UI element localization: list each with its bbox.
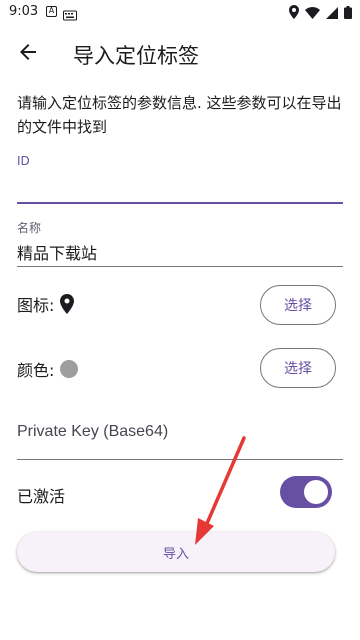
signal-icon xyxy=(326,4,338,23)
icon-row-label: 图标: xyxy=(17,296,55,315)
select-color-button[interactable]: 选择 xyxy=(260,348,336,388)
private-key-field[interactable]: Private Key (Base64) xyxy=(17,420,343,460)
icon-row: 图标: xyxy=(17,292,75,316)
location-icon xyxy=(289,4,299,23)
location-pin-icon xyxy=(60,294,75,314)
name-field-value[interactable]: 精品下载站 xyxy=(17,240,343,264)
status-notification-icons: A xyxy=(46,6,77,25)
arrow-back-icon xyxy=(20,44,36,60)
battery-icon xyxy=(344,4,352,23)
name-field-label: 名称 xyxy=(17,221,42,235)
id-field-label: ID xyxy=(17,154,30,168)
description-text: 请输入定位标签的参数信息. 这些参数可以在导出的文件中找到 xyxy=(17,94,342,136)
active-row-label: 已激活 xyxy=(17,487,66,506)
color-row-label: 颜色: xyxy=(17,361,55,380)
private-key-placeholder: Private Key (Base64) xyxy=(17,423,169,440)
color-swatch xyxy=(60,360,79,378)
select-icon-button[interactable]: 选择 xyxy=(260,285,336,325)
page-title: 导入定位标签 xyxy=(73,44,199,68)
status-time: 9:03 xyxy=(9,4,39,19)
keyboard-icon xyxy=(63,6,77,25)
id-field[interactable]: ID xyxy=(17,154,343,204)
import-button[interactable]: 导入 xyxy=(17,532,335,572)
wifi-icon xyxy=(305,4,320,23)
name-field[interactable]: 名称 精品下载站 xyxy=(17,219,343,267)
toggle-knob xyxy=(304,480,328,504)
active-toggle[interactable] xyxy=(280,476,332,508)
color-row: 颜色: xyxy=(17,357,79,381)
status-system-icons xyxy=(289,4,352,23)
active-row: 已激活 xyxy=(17,483,65,507)
status-bar: 9:03 A xyxy=(0,0,360,24)
notification-a-icon: A xyxy=(46,6,57,17)
app-bar: 导入定位标签 xyxy=(0,24,360,80)
back-button[interactable] xyxy=(12,36,44,68)
